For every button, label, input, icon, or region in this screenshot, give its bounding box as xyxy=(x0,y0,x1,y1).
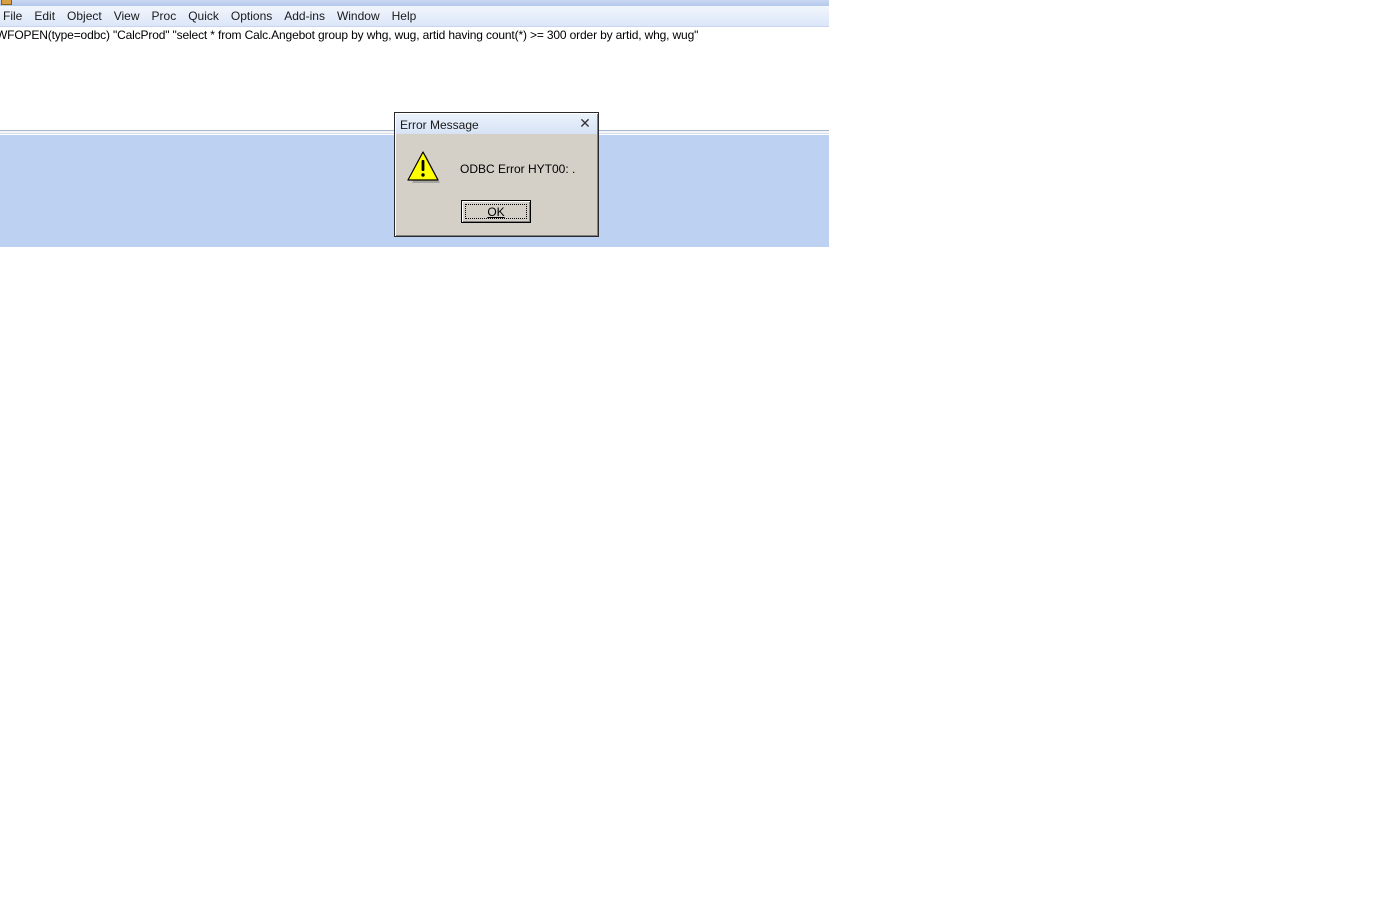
menu-window[interactable]: Window xyxy=(331,7,386,25)
app-icon xyxy=(1,0,12,5)
menu-view[interactable]: View xyxy=(108,7,146,25)
menu-edit[interactable]: Edit xyxy=(28,7,61,25)
menu-bar: File Edit Object View Proc Quick Options… xyxy=(0,6,829,27)
close-icon[interactable]: ✕ xyxy=(578,117,592,131)
warning-icon xyxy=(407,151,440,183)
command-line[interactable]: WFOPEN(type=odbc) "CalcProd" "select * f… xyxy=(0,28,698,42)
dialog-title-bar[interactable]: Error Message ✕ xyxy=(396,114,597,134)
menu-file[interactable]: File xyxy=(0,7,28,25)
menu-help[interactable]: Help xyxy=(386,7,423,25)
error-message: ODBC Error HYT00: . xyxy=(460,162,576,176)
dialog-title: Error Message xyxy=(400,118,479,132)
error-dialog: Error Message ✕ ODBC Error HYT00: . OK xyxy=(394,112,599,237)
ok-button[interactable]: OK xyxy=(461,200,531,223)
focus-ring xyxy=(465,204,527,219)
menu-object[interactable]: Object xyxy=(61,7,108,25)
menu-options[interactable]: Options xyxy=(225,7,278,25)
menu-proc[interactable]: Proc xyxy=(146,7,183,25)
menu-quick[interactable]: Quick xyxy=(182,7,225,25)
menu-add-ins[interactable]: Add-ins xyxy=(278,7,331,25)
